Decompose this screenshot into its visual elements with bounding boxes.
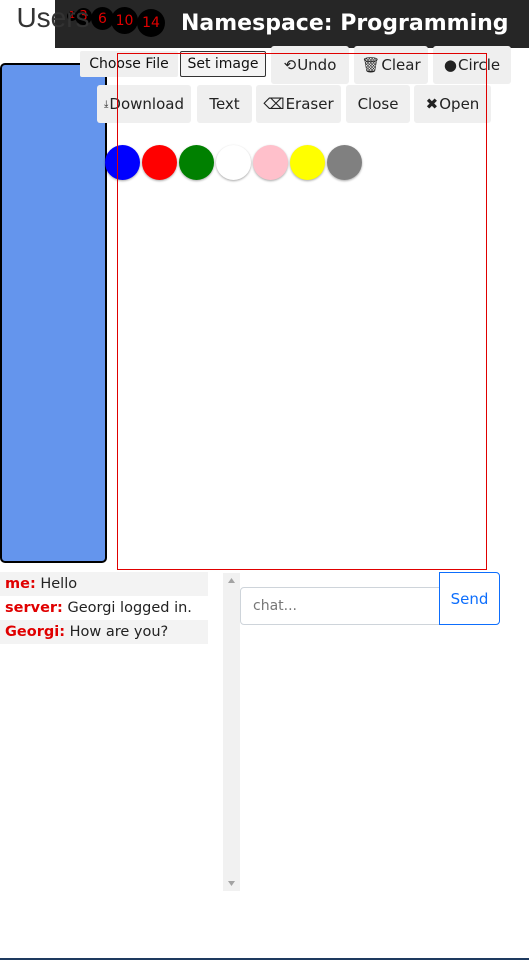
chat-message-list: me: Hello server: Georgi logged in. Geor… — [0, 572, 208, 644]
message-author: Georgi: — [5, 624, 65, 640]
send-label: Send — [450, 589, 489, 608]
message-text: How are you? — [69, 624, 169, 640]
download-icon: ⤓ — [104, 98, 109, 110]
chat-scrollbar[interactable] — [223, 573, 240, 891]
brush-size-label: 14 — [142, 15, 160, 31]
brush-size-label: 10 — [115, 12, 134, 29]
chat-message: me: Hello — [0, 572, 208, 596]
drawing-canvas[interactable] — [117, 53, 487, 570]
users-panel — [0, 63, 107, 563]
scroll-up-arrow-icon[interactable] — [228, 578, 235, 583]
brush-size-14[interactable]: 14 — [137, 9, 165, 37]
message-text: Hello — [40, 576, 78, 592]
users-panel-title: Users — [16, 2, 90, 33]
message-author: server: — [5, 600, 63, 616]
page-title: Namespace: Programming — [181, 11, 509, 36]
scroll-down-arrow-icon[interactable] — [228, 881, 235, 886]
chat-message: server: Georgi logged in. — [0, 596, 208, 620]
message-author: me: — [5, 576, 36, 592]
chat-input[interactable] — [240, 587, 440, 625]
brush-size-10[interactable]: 10 — [111, 7, 138, 34]
scrollbar-arrows — [228, 578, 235, 886]
chat-message: Georgi: How are you? — [0, 620, 208, 644]
send-button[interactable]: Send — [439, 572, 500, 625]
message-text: Georgi logged in. — [67, 600, 192, 616]
